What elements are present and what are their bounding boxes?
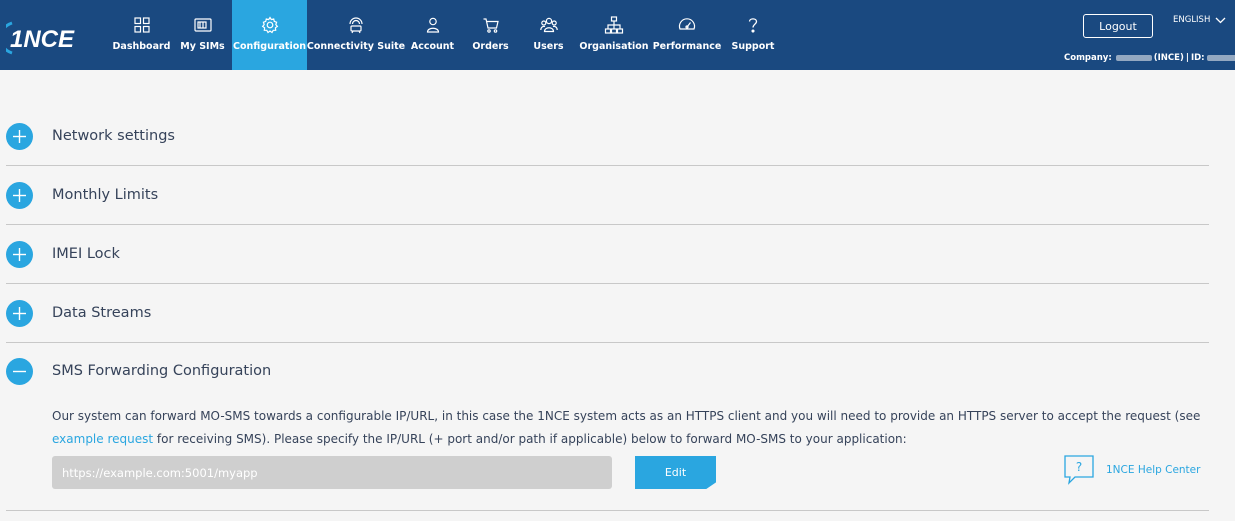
- nav-my-sims[interactable]: My SIMs: [173, 0, 232, 70]
- section-header[interactable]: Network settings: [6, 121, 1209, 151]
- nav-performance[interactable]: Performance: [652, 0, 722, 70]
- dashboard-icon: [133, 17, 150, 33]
- nav-label: Performance: [652, 41, 722, 52]
- redacted-company-name: [1115, 55, 1152, 61]
- help-center-label: 1NCE Help Center: [1106, 464, 1201, 476]
- company-label: Company:: [1064, 53, 1112, 63]
- gear-icon: [261, 16, 278, 34]
- nav-dashboard[interactable]: Dashboard: [110, 0, 173, 70]
- top-navigation-bar: 1NCE Dashboard My SIMs Configuration Con…: [0, 0, 1235, 70]
- description-text: for receiving SMS). Please specify the I…: [153, 432, 907, 446]
- example-request-link[interactable]: example request: [52, 432, 153, 446]
- language-label: ENGLISH: [1173, 15, 1211, 25]
- org-chart-icon: [604, 16, 624, 34]
- cart-icon: [483, 18, 499, 33]
- section-header[interactable]: IMEI Lock: [6, 239, 1209, 269]
- sim-card-icon: [193, 18, 212, 32]
- language-selector[interactable]: ENGLISH: [1173, 15, 1226, 25]
- divider: [6, 165, 1209, 166]
- expand-button[interactable]: [6, 240, 33, 268]
- section-title: Network settings: [52, 128, 175, 144]
- edit-button[interactable]: Edit: [635, 456, 716, 489]
- gauge-icon: [678, 18, 696, 30]
- users-icon: [539, 17, 558, 33]
- chevron-down-icon: [1215, 17, 1226, 23]
- nav-label: Support: [731, 41, 775, 52]
- company-suffix: (INCE): [1153, 53, 1184, 63]
- plus-icon: [13, 188, 26, 202]
- nav-label: Account: [410, 41, 455, 52]
- divider: [6, 224, 1209, 225]
- svg-text:?: ?: [1076, 460, 1082, 474]
- nav-configuration[interactable]: Configuration: [232, 0, 307, 70]
- id-label: ID:: [1190, 53, 1205, 63]
- collapse-button[interactable]: [6, 357, 33, 385]
- svg-text:1NCE: 1NCE: [10, 26, 75, 53]
- section-header[interactable]: SMS Forwarding Configuration: [6, 356, 1209, 386]
- sms-forwarding-description: Our system can forward MO-SMS towards a …: [52, 405, 1202, 451]
- help-speech-bubble-icon: ?: [1064, 455, 1094, 485]
- section-title: SMS Forwarding Configuration: [52, 363, 272, 379]
- nav-label: Organisation: [579, 41, 649, 52]
- logout-button[interactable]: Logout: [1083, 14, 1153, 38]
- expand-button[interactable]: [6, 181, 33, 209]
- minus-icon: [13, 370, 26, 372]
- divider: [6, 342, 1209, 343]
- plus-icon: [13, 306, 26, 320]
- redacted-id: [1206, 55, 1235, 61]
- nav-users[interactable]: Users: [521, 0, 576, 70]
- forwarding-url-input[interactable]: [52, 456, 612, 489]
- section-header[interactable]: Data Streams: [6, 298, 1209, 328]
- plus-icon: [13, 247, 26, 261]
- divider: [6, 283, 1209, 284]
- main-nav: Dashboard My SIMs Configuration Connecti…: [110, 0, 784, 70]
- help-center-link[interactable]: ? 1NCE Help Center: [1062, 454, 1200, 486]
- 1nce-logo[interactable]: 1NCE: [0, 20, 96, 56]
- nav-support[interactable]: Support: [722, 0, 784, 70]
- question-icon: [748, 18, 758, 33]
- nav-label: Configuration: [232, 41, 307, 52]
- nav-connectivity-suite[interactable]: Connectivity Suite: [307, 0, 405, 70]
- section-title: Data Streams: [52, 305, 152, 321]
- nav-orders[interactable]: Orders: [460, 0, 521, 70]
- nav-account[interactable]: Account: [405, 0, 460, 70]
- company-info: Company: (INCE) | ID:: [1064, 53, 1235, 63]
- connectivity-suite-icon: [349, 17, 363, 34]
- nav-organisation[interactable]: Organisation: [576, 0, 652, 70]
- section-title: IMEI Lock: [52, 246, 120, 262]
- expand-button[interactable]: [6, 122, 33, 150]
- nav-label: My SIMs: [180, 41, 225, 52]
- nav-label: Orders: [472, 41, 509, 52]
- section-header[interactable]: Monthly Limits: [6, 180, 1209, 210]
- divider: [6, 510, 1209, 511]
- plus-icon: [13, 129, 26, 143]
- nav-label: Connectivity Suite: [306, 41, 406, 52]
- description-text: Our system can forward MO-SMS towards a …: [52, 409, 1201, 423]
- user-icon: [426, 17, 439, 33]
- section-title: Monthly Limits: [52, 187, 159, 203]
- nav-label: Users: [533, 41, 564, 52]
- expand-button[interactable]: [6, 299, 33, 327]
- nav-label: Dashboard: [112, 41, 171, 52]
